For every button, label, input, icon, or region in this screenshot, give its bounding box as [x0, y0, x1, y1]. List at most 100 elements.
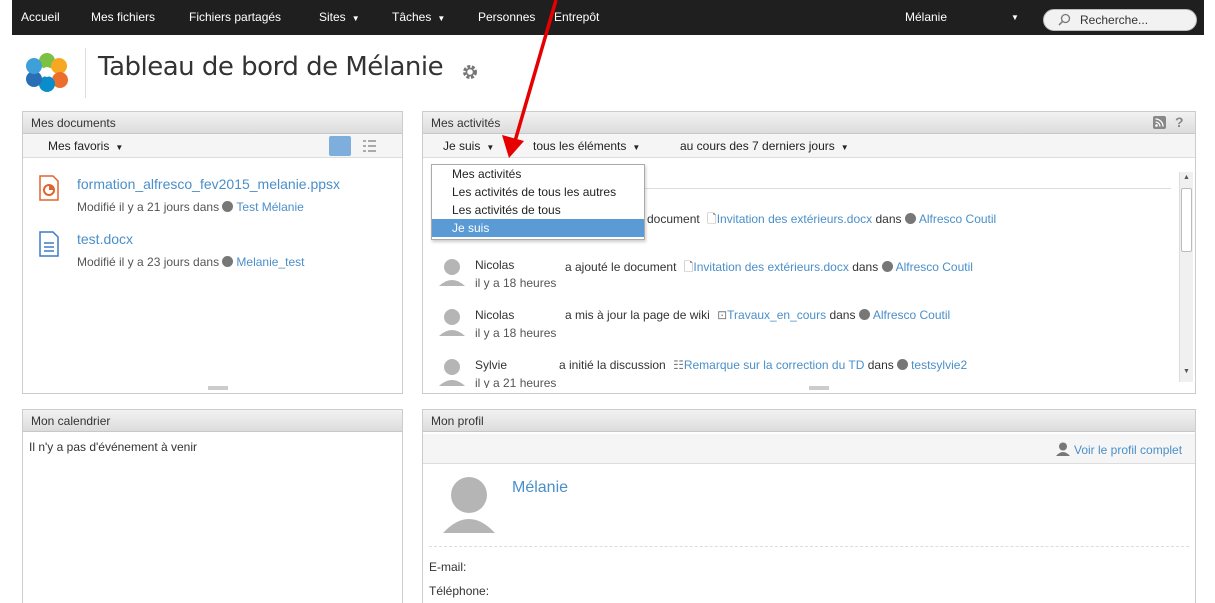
view-simple-button[interactable] — [329, 136, 351, 156]
activity-site-link[interactable]: Alfresco Coutil — [919, 212, 996, 226]
dashlet-title: Mes documents — [23, 112, 402, 134]
activity-user-link[interactable]: Nicolas — [475, 258, 514, 272]
profile-avatar-icon — [443, 477, 495, 533]
filter-when[interactable]: au cours des 7 derniers jours ▼ — [680, 134, 849, 160]
scrollbar-thumb[interactable] — [1181, 188, 1192, 252]
activity-user-link[interactable]: Sylvie — [475, 358, 507, 372]
document-icon: 🗋 — [707, 212, 717, 226]
site-icon — [904, 213, 916, 224]
filter-what[interactable]: tous les éléments ▼ — [533, 134, 640, 160]
document-link[interactable]: formation_alfresco_fev2015_melanie.ppsx — [77, 176, 340, 192]
activity-document-link[interactable]: Remarque sur la correction du TD — [684, 358, 865, 372]
chevron-down-icon: ▼ — [840, 143, 849, 152]
activity-document-link[interactable]: Travaux_en_cours — [727, 308, 826, 322]
site-icon — [897, 359, 909, 370]
user-menu[interactable]: Mélanie — [905, 0, 947, 35]
list-view-icon[interactable] — [363, 140, 376, 152]
menu-item-activites-autres[interactable]: Les activités de tous les autres — [432, 183, 644, 201]
chevron-down-icon[interactable]: ▼ — [1011, 0, 1019, 35]
site-link[interactable]: Melanie_test — [236, 255, 304, 269]
dashlet-title: Mon calendrier — [23, 410, 402, 432]
nav-personnes[interactable]: Personnes — [478, 0, 535, 35]
nav-sites[interactable]: Sites ▼ — [319, 0, 360, 35]
activity-action: a mis à jour la page de wiki — [565, 308, 710, 322]
document-link[interactable]: test.docx — [77, 231, 133, 247]
filter-when-label: au cours des 7 derniers jours — [680, 139, 835, 153]
favorites-filter[interactable]: Mes favoris ▼ — [48, 134, 123, 160]
my-documents-dashlet: Mes documents Mes favoris ▼ formation_alf… — [22, 111, 403, 394]
scroll-up-icon[interactable]: ▲ — [1183, 174, 1190, 181]
ppsx-file-icon — [39, 175, 59, 201]
activity-site-link[interactable]: Alfresco Coutil — [873, 308, 950, 322]
activity-site-link[interactable]: testsylvie2 — [911, 358, 967, 372]
activity-document-link[interactable]: Invitation des extérieurs.docx — [693, 260, 848, 274]
docx-file-icon — [39, 231, 59, 257]
activity-line: a mis à jour la page de wiki ⊡Travaux_en… — [565, 308, 950, 322]
activity-time: il y a 18 heures — [475, 276, 557, 290]
nav-accueil[interactable]: Accueil — [21, 0, 60, 35]
dashlet-toolbar: Je suis ▼ tous les éléments ▼ au cours des… — [423, 134, 1195, 158]
chevron-down-icon: ▼ — [115, 143, 124, 152]
nav-entrepot[interactable]: Entrepôt — [554, 0, 599, 35]
document-icon: 🗋 — [683, 260, 694, 274]
document-meta-text: Modifié il y a 23 jours dans — [77, 255, 220, 269]
alfresco-logo — [26, 53, 68, 92]
site-icon — [858, 309, 870, 320]
site-icon — [881, 261, 893, 272]
activity-user-link[interactable]: Nicolas — [475, 308, 514, 322]
site-icon — [222, 256, 234, 267]
user-avatar-icon — [439, 259, 465, 286]
menu-item-mes-activites[interactable]: Mes activités — [432, 165, 644, 183]
menu-item-activites-tous[interactable]: Les activités de tous — [432, 201, 644, 219]
site-link[interactable]: Test Mélanie — [236, 200, 303, 214]
search-icon — [1058, 13, 1071, 26]
filter-what-label: tous les éléments — [533, 139, 627, 153]
dashlet-toolbar: Mes favoris ▼ — [23, 134, 402, 158]
filter-who[interactable]: Je suis ▼ — [443, 134, 494, 160]
user-icon — [1056, 442, 1070, 456]
activity-action: a initié la discussion — [559, 358, 666, 372]
activity-in: dans — [867, 358, 894, 372]
profile-name[interactable]: Mélanie — [512, 479, 568, 497]
rss-icon[interactable] — [1153, 116, 1166, 129]
activity-line: a ajouté le document 🗋Invitation des ext… — [565, 258, 973, 279]
dashlet-title: Mon profil — [423, 410, 1195, 432]
search-input[interactable] — [1080, 12, 1190, 28]
filter-who-label: Je suis — [443, 139, 481, 153]
nav-taches[interactable]: Tâches ▼ — [392, 0, 445, 35]
activity-document-link[interactable]: Invitation des extérieurs.docx — [717, 212, 872, 226]
filter-who-menu: Mes activités Les activités de tous les … — [431, 164, 645, 240]
resize-handle[interactable] — [208, 386, 228, 390]
full-profile-link[interactable]: Voir le profil complet — [1074, 443, 1182, 457]
page-title: Tableau de bord de Mélanie — [98, 52, 444, 82]
phone-label: Téléphone: — [429, 584, 490, 598]
my-activities-dashlet: Mes activités ? Je suis ▼ tous les élémen… — [422, 111, 1196, 394]
help-icon[interactable]: ? — [1175, 114, 1184, 130]
search-box[interactable] — [1043, 9, 1197, 31]
document-meta: Modifié il y a 21 jours dans Test Mélani… — [77, 200, 304, 214]
discussion-icon: ☷ — [673, 358, 684, 372]
resize-handle[interactable] — [809, 386, 829, 390]
dashlet-title: Mes activités — [423, 112, 1195, 134]
calendar-empty-message: Il n'y a pas d'événement à venir — [29, 440, 198, 454]
scroll-down-icon[interactable]: ▼ — [1183, 368, 1190, 375]
user-avatar-icon — [439, 359, 465, 386]
menu-item-je-suis[interactable]: Je suis — [432, 219, 644, 237]
activity-in: dans — [852, 260, 879, 274]
user-avatar-icon — [439, 309, 465, 336]
nav-fichiers-partages[interactable]: Fichiers partagés — [189, 0, 281, 35]
nav-mes-fichiers[interactable]: Mes fichiers — [91, 0, 155, 35]
document-meta-text: Modifié il y a 21 jours dans — [77, 200, 220, 214]
chevron-down-icon: ▼ — [437, 14, 446, 23]
activity-action: a ajouté le document — [565, 260, 677, 274]
nav-sites-label: Sites — [319, 10, 346, 24]
gear-icon[interactable] — [462, 64, 478, 80]
activity-line: a initié la discussion ☷Remarque sur la … — [559, 358, 967, 372]
profile-divider — [429, 546, 1189, 547]
activity-in: dans — [875, 212, 902, 226]
activity-site-link[interactable]: Alfresco Coutil — [896, 260, 973, 274]
activities-scrollbar[interactable]: ▲ ▼ — [1179, 172, 1193, 382]
chevron-down-icon: ▼ — [486, 143, 495, 152]
header-divider — [85, 48, 86, 98]
document-meta: Modifié il y a 23 jours dans Melanie_tes… — [77, 255, 304, 269]
